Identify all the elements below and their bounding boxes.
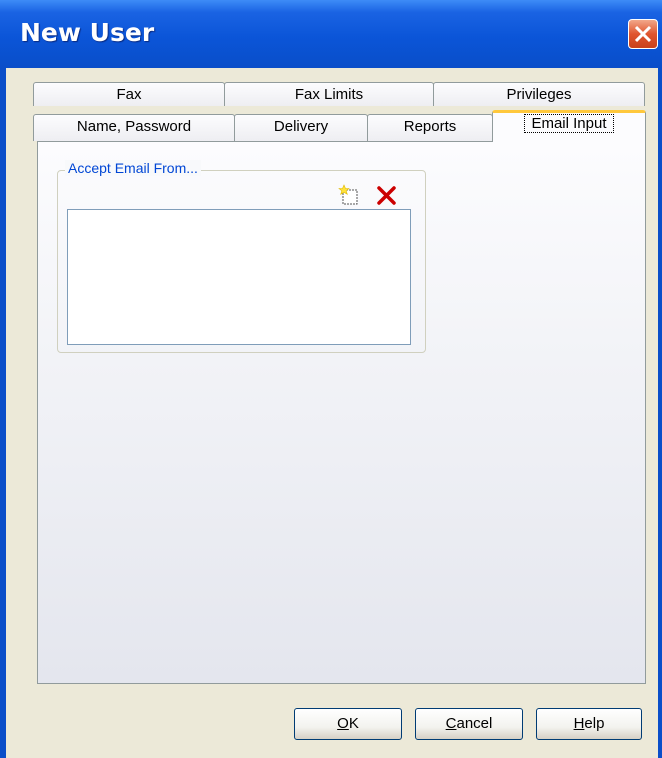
help-mnemonic: H (573, 715, 585, 732)
delete-x-icon (377, 186, 396, 205)
tab-label: Name, Password (76, 118, 192, 135)
tab-label: Privileges (506, 86, 572, 103)
tab-reports[interactable]: Reports (367, 114, 493, 141)
group-label: Accept Email From... (65, 160, 201, 176)
tab-fax[interactable]: Fax (33, 82, 225, 106)
tab-label: Fax Limits (294, 86, 364, 103)
add-email-button[interactable] (338, 184, 360, 206)
tab-label: Delivery (273, 118, 329, 135)
tab-fax-limits[interactable]: Fax Limits (224, 82, 434, 106)
title-bar[interactable]: New User (0, 0, 662, 68)
cancel-label-rest: ancel (456, 715, 493, 732)
tab-privileges[interactable]: Privileges (433, 82, 645, 106)
help-button[interactable]: Help (536, 708, 642, 740)
close-icon (634, 25, 652, 43)
tab-label: Fax (116, 86, 142, 103)
tab-email-input[interactable]: Email Input (492, 110, 646, 142)
tab-name-password[interactable]: Name, Password (33, 114, 235, 141)
new-item-icon (338, 184, 358, 205)
cancel-mnemonic: C (445, 715, 457, 732)
tab-delivery[interactable]: Delivery (234, 114, 368, 141)
ok-button[interactable]: OK (294, 708, 402, 740)
accept-email-list[interactable] (67, 209, 411, 345)
window-title: New User (20, 18, 155, 47)
new-user-dialog: New User Fax Fax Limits Privileges Name,… (0, 0, 662, 758)
ok-mnemonic: O (337, 715, 349, 732)
tab-label: Reports (403, 118, 457, 135)
close-button[interactable] (628, 19, 658, 49)
help-label-rest: elp (584, 715, 605, 732)
delete-email-button[interactable] (376, 185, 398, 207)
ok-label-rest: K (348, 715, 359, 732)
tab-label: Email Input (524, 114, 614, 133)
cancel-button[interactable]: Cancel (415, 708, 523, 740)
